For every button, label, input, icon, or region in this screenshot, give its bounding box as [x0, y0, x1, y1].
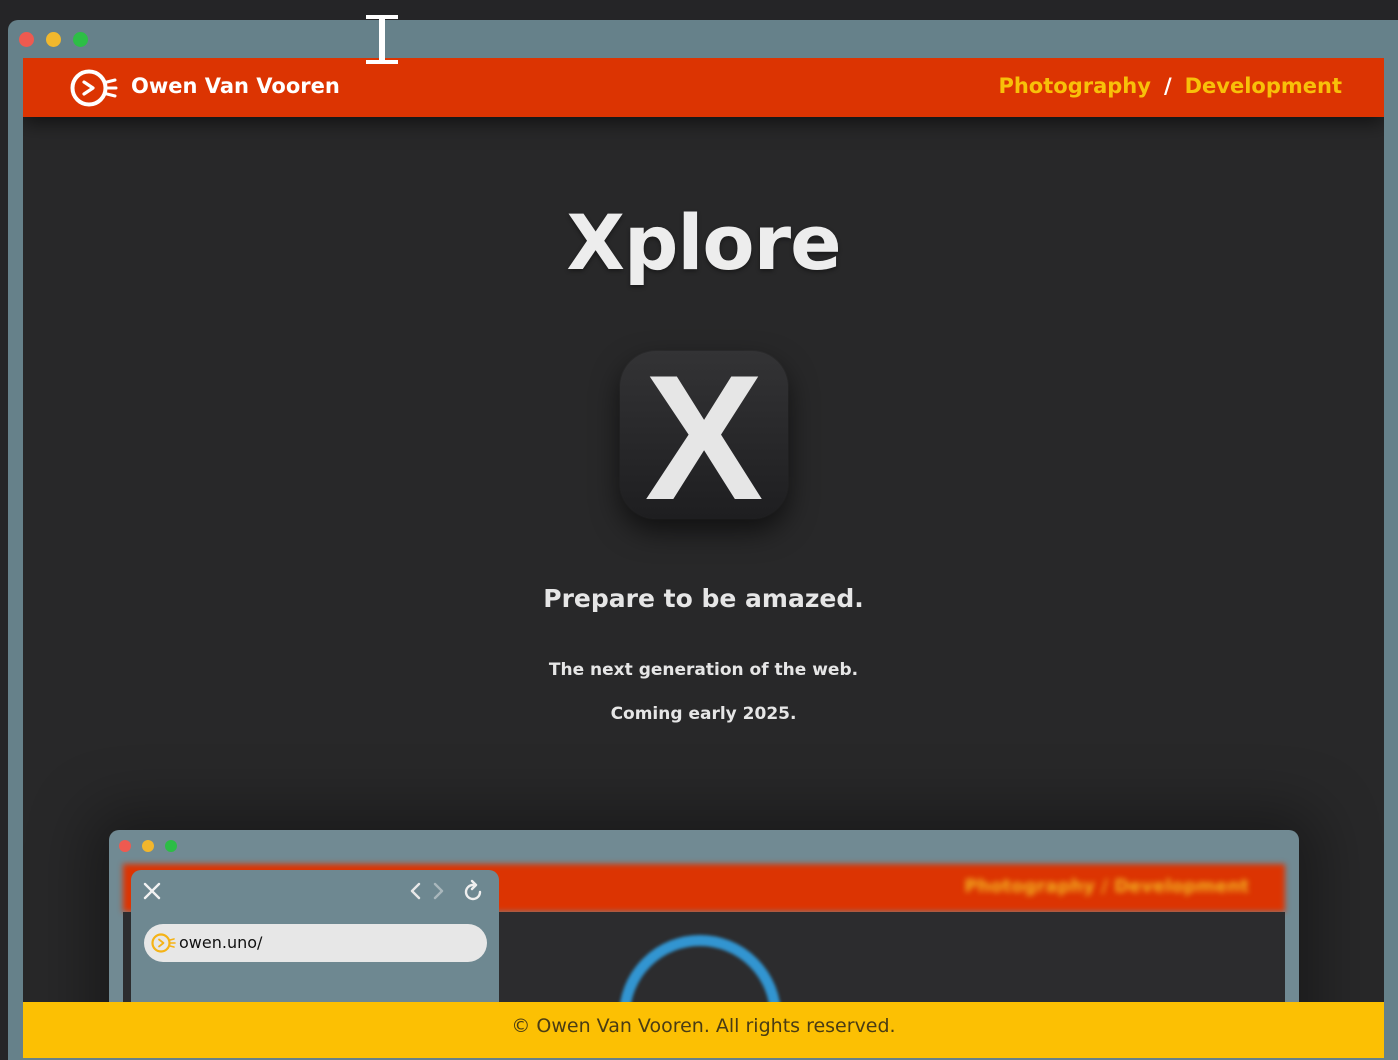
nav-development-link[interactable]: Development: [1185, 74, 1342, 98]
minimize-window-button[interactable]: [46, 32, 61, 47]
site-name-link[interactable]: Owen Van Vooren: [131, 74, 340, 98]
main-nav: Photography / Development: [998, 74, 1342, 98]
site-footer: © Owen Van Vooren. All rights reserved.: [23, 1002, 1384, 1058]
preview-url-bar: owen.uno/: [144, 924, 487, 962]
play-logo-icon[interactable]: [69, 67, 119, 109]
copyright-text: © Owen Van Vooren. All rights reserved.: [511, 1015, 896, 1037]
subline-next-generation: The next generation of the web.: [548, 660, 859, 680]
nav-photography-link[interactable]: Photography: [998, 74, 1150, 98]
site-header: Owen Van Vooren Photography / Development: [23, 58, 1384, 117]
close-icon: [143, 882, 161, 900]
app-icon-letter: X: [645, 351, 764, 519]
nav-separator: /: [1163, 74, 1172, 98]
preview-url-text: owen.uno/: [179, 933, 263, 952]
preview-maximize-dot: [165, 840, 177, 852]
chevron-right-icon: [433, 882, 444, 900]
preview-nav: Photography / Development: [964, 876, 1249, 897]
chevron-left-icon: [410, 882, 421, 900]
reload-icon: [464, 879, 482, 901]
xplore-app-icon: X: [620, 351, 788, 519]
maximize-window-button[interactable]: [73, 32, 88, 47]
hero-title: Xplore: [566, 198, 841, 287]
browser-window: Owen Van Vooren Photography / Development …: [8, 20, 1398, 1060]
subline-coming-date: Coming early 2025.: [610, 704, 797, 724]
close-window-button[interactable]: [19, 32, 34, 47]
tagline: Prepare to be amazed.: [543, 584, 864, 613]
play-logo-icon: [151, 933, 176, 953]
text-cursor-icon: [366, 15, 398, 64]
preview-minimize-dot: [142, 840, 154, 852]
preview-close-dot: [119, 840, 131, 852]
web-page: Owen Van Vooren Photography / Development …: [23, 58, 1384, 1058]
